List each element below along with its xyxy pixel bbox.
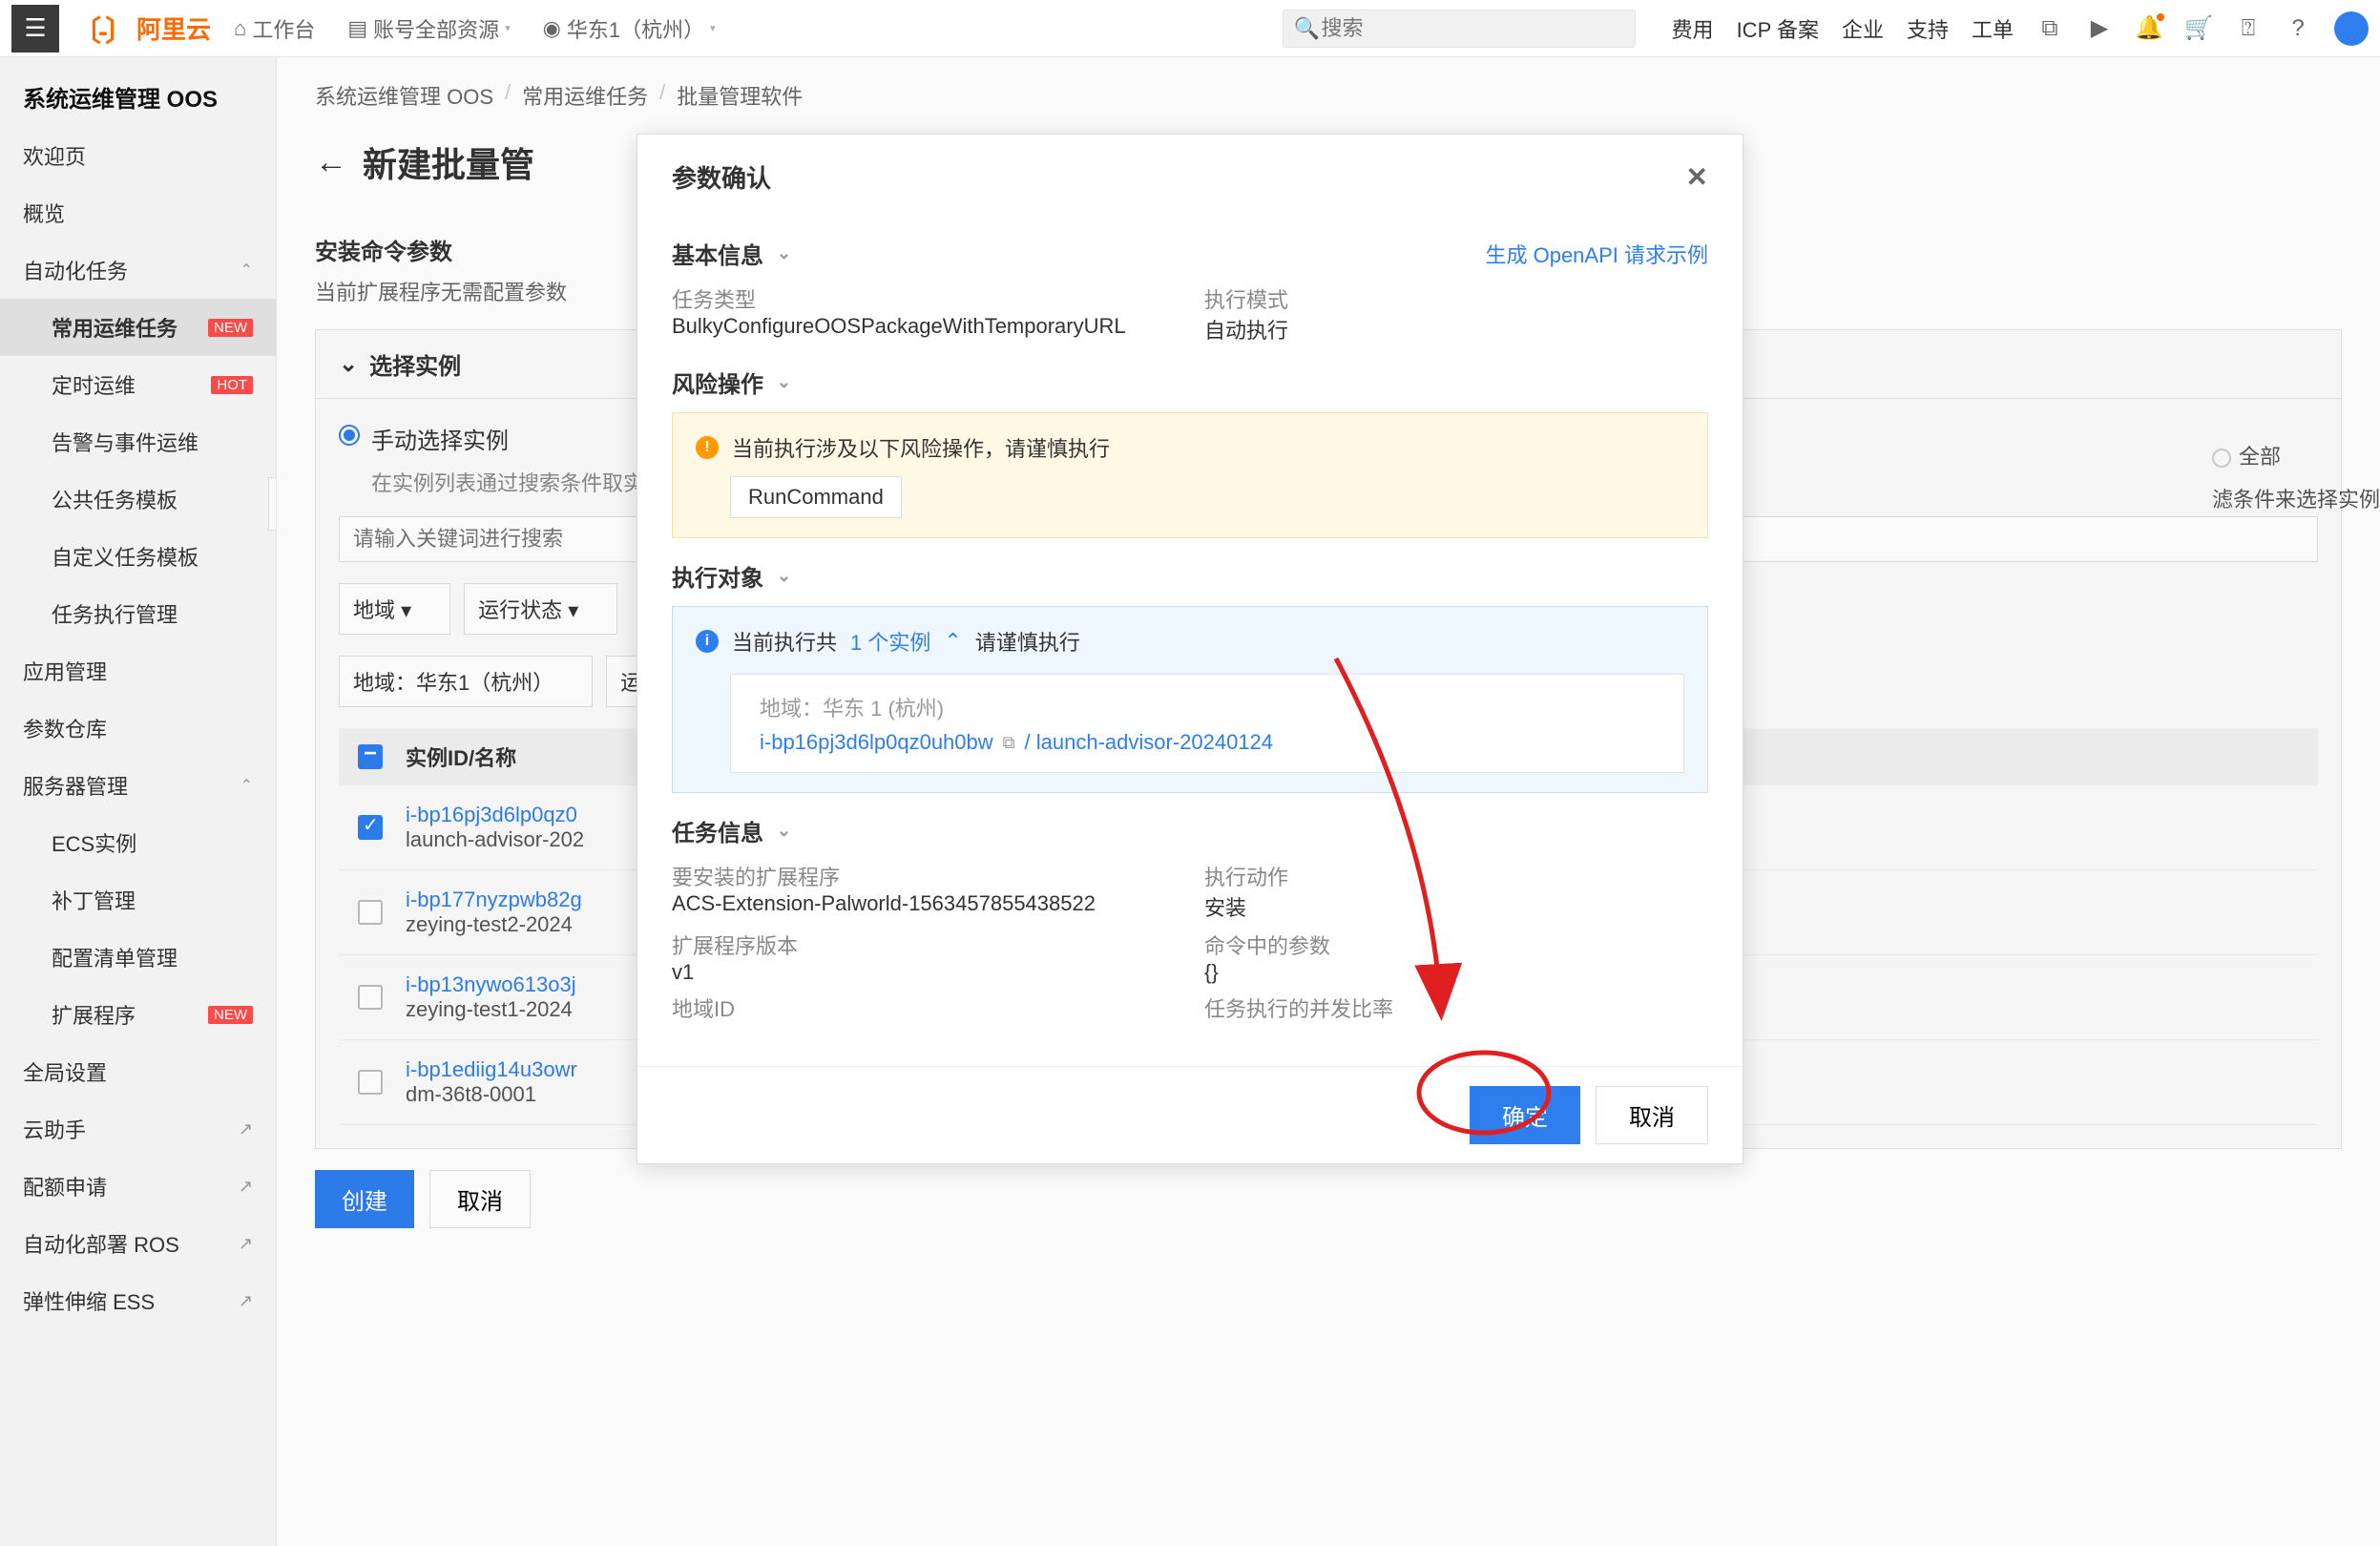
target-region-label: 地域：华东 1 (杭州)	[760, 692, 1655, 722]
cmd-params-value: {}	[1204, 960, 1708, 985]
region-dropdown[interactable]: ◉华东1（杭州） ▾	[533, 8, 725, 50]
info-head: i 当前执行共 1 个实例 ⌃ 请谨慎执行	[696, 626, 1684, 657]
resource-dropdown[interactable]: ▤账号全部资源 ▾	[338, 8, 519, 50]
avatar[interactable]	[2334, 11, 2369, 46]
modal-body: 基本信息 ⌄ 生成 OpenAPI 请求示例 任务类型BulkyConfigur…	[637, 212, 1743, 1066]
info-icon[interactable]: ?	[2285, 15, 2311, 42]
home-icon: ⌂	[234, 16, 246, 41]
chevron-down-icon: ⌄	[777, 372, 791, 392]
chevron-down-icon: ▾	[710, 22, 716, 34]
logo-bracket-icon: 〔-〕	[73, 8, 131, 50]
workspace-label: 工作台	[252, 13, 315, 44]
cloudshell-icon[interactable]: ⧉	[2036, 15, 2063, 42]
action-value: 安装	[1204, 891, 1708, 922]
bell-icon[interactable]: 🔔	[2136, 15, 2162, 42]
cancel-button[interactable]: 取消	[1596, 1086, 1708, 1144]
section-title: 任务信息	[672, 814, 763, 847]
close-icon[interactable]: ✕	[1686, 161, 1708, 193]
ext-label: 要安装的扩展程序	[672, 861, 1176, 891]
instance-count-link[interactable]: 1 个实例	[850, 626, 930, 657]
target-info-box: i 当前执行共 1 个实例 ⌃ 请谨慎执行 地域：华东 1 (杭州) i-bp1…	[672, 606, 1708, 793]
modal-header: 参数确认 ✕	[637, 135, 1743, 212]
task-type-label: 任务类型	[672, 283, 1176, 314]
risk-text: 当前执行涉及以下风险操作，请谨慎执行	[732, 432, 1110, 463]
global-search: 🔍	[1283, 10, 1636, 48]
region-label: 华东1（杭州）	[567, 13, 704, 44]
task-info-section[interactable]: 任务信息 ⌄	[672, 814, 1708, 847]
cmd-params-label: 命令中的参数	[1204, 930, 1708, 960]
risk-section[interactable]: 风险操作 ⌄	[672, 366, 1708, 399]
search-input[interactable]	[1283, 10, 1636, 48]
warn-row: ! 当前执行涉及以下风险操作，请谨慎执行	[696, 432, 1684, 463]
copy-icon[interactable]: ⧉	[1003, 733, 1015, 753]
instance-id-link[interactable]: i-bp16pj3d6lp0qz0uh0bw	[760, 730, 993, 755]
icp-link[interactable]: ICP 备案	[1737, 13, 1819, 44]
chevron-down-icon: ⌄	[777, 243, 791, 263]
section-title: 风险操作	[672, 366, 763, 399]
ext-value: ACS-Extension-Palworld-1563457855438522	[672, 891, 1176, 916]
target-inner: 地域：华东 1 (杭州) i-bp16pj3d6lp0qz0uh0bw ⧉ / …	[730, 674, 1684, 773]
target-prefix: 当前执行共	[732, 626, 837, 657]
target-section[interactable]: 执行对象 ⌄	[672, 559, 1708, 593]
target-suffix: 请谨慎执行	[975, 626, 1080, 657]
risk-chip: RunCommand	[730, 476, 902, 518]
task-info-grid: 要安装的扩展程序ACS-Extension-Palworld-156345785…	[672, 861, 1708, 1023]
chevron-down-icon: ⌄	[777, 821, 791, 841]
version-label: 扩展程序版本	[672, 930, 1176, 960]
topbar-right: 费用 ICP 备案 企业 支持 工单 ⧉ ▶ 🔔 🛒 ⍰ ?	[1672, 11, 2369, 46]
chevron-down-icon: ⌄	[777, 566, 791, 586]
instance-name: / launch-advisor-20240124	[1025, 730, 1274, 755]
chevron-up-icon[interactable]: ⌃	[944, 629, 961, 654]
info-icon: i	[696, 630, 719, 653]
confirm-modal: 参数确认 ✕ 基本信息 ⌄ 生成 OpenAPI 请求示例 任务类型BulkyC…	[637, 134, 1743, 1164]
modal-footer: 确定 取消	[637, 1066, 1743, 1163]
section-title: 基本信息	[672, 237, 763, 270]
globe-icon: ◉	[543, 16, 561, 41]
version-value: v1	[672, 960, 1176, 985]
target-instance-row: i-bp16pj3d6lp0qz0uh0bw ⧉ / launch-adviso…	[760, 730, 1655, 755]
modal-title: 参数确认	[672, 159, 771, 195]
chevron-down-icon: ▾	[505, 22, 511, 34]
basic-info-section[interactable]: 基本信息 ⌄ 生成 OpenAPI 请求示例	[672, 237, 1708, 270]
terminal-icon[interactable]: ▶	[2086, 15, 2113, 42]
search-icon: 🔍	[1294, 16, 1320, 41]
support-link[interactable]: 支持	[1907, 13, 1949, 44]
concurrency-label: 任务执行的并发比率	[1204, 992, 1708, 1023]
help-icon[interactable]: ⍰	[2235, 15, 2262, 42]
resource-icon: ▤	[347, 16, 367, 41]
warning-icon: !	[696, 436, 719, 459]
exec-mode-label: 执行模式	[1204, 283, 1708, 314]
modal-backdrop: 参数确认 ✕ 基本信息 ⌄ 生成 OpenAPI 请求示例 任务类型BulkyC…	[0, 57, 2380, 1546]
brand-text: 阿里云	[136, 10, 211, 46]
resource-label: 账号全部资源	[373, 13, 499, 44]
workspace-link[interactable]: ⌂工作台	[224, 8, 324, 50]
billing-link[interactable]: 费用	[1672, 13, 1714, 44]
risk-warning-box: ! 当前执行涉及以下风险操作，请谨慎执行 RunCommand	[672, 412, 1708, 538]
menu-toggle-icon[interactable]: ☰	[11, 5, 59, 52]
section-title: 执行对象	[672, 559, 763, 593]
enterprise-link[interactable]: 企业	[1842, 13, 1884, 44]
top-bar: ☰ 〔-〕阿里云 ⌂工作台 ▤账号全部资源 ▾ ◉华东1（杭州） ▾ 🔍 费用 IC…	[0, 0, 2380, 57]
openapi-link[interactable]: 生成 OpenAPI 请求示例	[1485, 239, 1708, 269]
action-label: 执行动作	[1204, 861, 1708, 891]
ticket-link[interactable]: 工单	[1972, 13, 2014, 44]
cart-icon[interactable]: 🛒	[2185, 15, 2212, 42]
region-id-label: 地域ID	[672, 992, 1176, 1023]
basic-info-grid: 任务类型BulkyConfigureOOSPackageWithTemporar…	[672, 283, 1708, 345]
ok-button[interactable]: 确定	[1470, 1086, 1580, 1144]
task-type-value: BulkyConfigureOOSPackageWithTemporaryURL	[672, 314, 1176, 339]
exec-mode-value: 自动执行	[1204, 314, 1708, 345]
brand-logo[interactable]: 〔-〕阿里云	[73, 8, 211, 50]
